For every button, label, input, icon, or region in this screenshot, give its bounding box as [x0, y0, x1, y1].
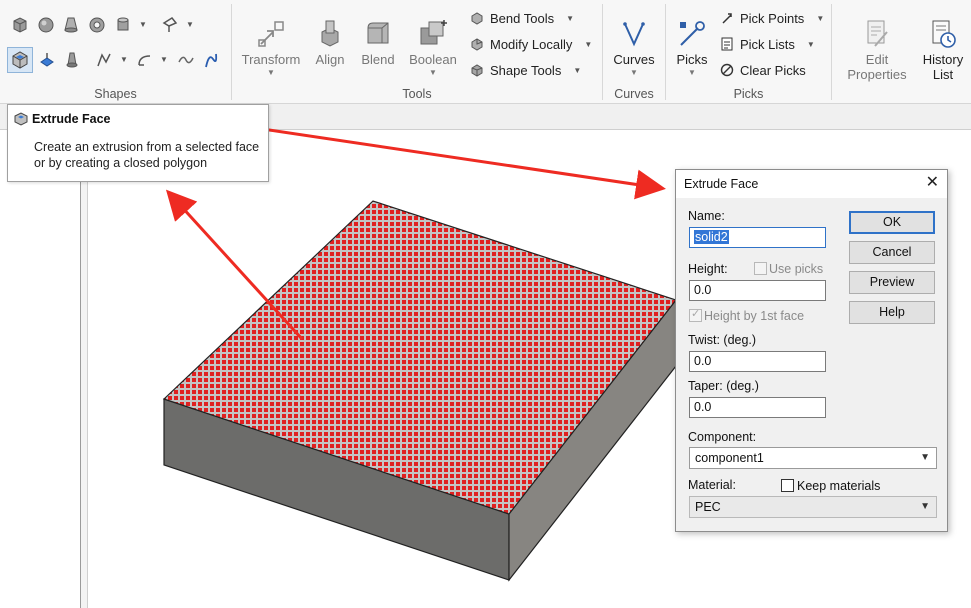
dialog-title: Extrude Face	[684, 177, 759, 191]
height-by-first-face-label: Height by 1st face	[704, 309, 805, 323]
chevron-down-icon: ▼	[920, 452, 930, 463]
chevron-down-icon: ▼	[920, 501, 930, 512]
twist-label: Twist: (deg.)	[688, 333, 757, 347]
twist-field[interactable]: 0.0	[689, 351, 826, 372]
taper-field[interactable]: 0.0	[689, 397, 826, 418]
extrude-face-icon	[13, 111, 29, 130]
extrude-face-dialog: Extrude Face ✕ Name: solid2 Height: Use …	[675, 169, 948, 532]
tooltip-title: Extrude Face	[32, 112, 111, 126]
height-field[interactable]: 0.0	[689, 280, 826, 301]
height-label: Height:	[688, 262, 728, 276]
preview-button[interactable]: Preview	[849, 271, 935, 294]
keep-materials-label: Keep materials	[797, 479, 881, 493]
close-icon[interactable]: ✕	[926, 174, 939, 192]
material-select[interactable]: PEC ▼	[689, 496, 937, 518]
name-label: Name:	[688, 209, 725, 223]
component-select[interactable]: component1 ▼	[689, 447, 937, 469]
annotation-arrow-to-tooltip	[165, 189, 304, 341]
annotation-arrow-to-dialog	[221, 121, 666, 200]
component-label: Component:	[688, 430, 757, 444]
tooltip-description-line2: or by creating a closed polygon	[34, 156, 208, 170]
dialog-titlebar[interactable]: Extrude Face ✕	[676, 170, 947, 198]
check-mark-icon: ✓	[691, 308, 701, 320]
extrude-face-tooltip: Extrude Face Create an extrusion from a …	[7, 104, 269, 182]
taper-label: Taper: (deg.)	[688, 379, 759, 393]
name-field[interactable]: solid2	[689, 227, 826, 248]
material-label: Material:	[688, 478, 736, 492]
keep-materials-checkbox[interactable]	[781, 479, 794, 492]
help-button[interactable]: Help	[849, 301, 935, 324]
use-picks-label: Use picks	[769, 262, 824, 276]
use-picks-checkbox[interactable]	[754, 262, 767, 275]
tooltip-description-line1: Create an extrusion from a selected face	[34, 140, 260, 154]
height-by-first-face-checkbox[interactable]: ✓	[689, 308, 702, 322]
cancel-button[interactable]: Cancel	[849, 241, 935, 264]
ok-button[interactable]: OK	[849, 211, 935, 234]
